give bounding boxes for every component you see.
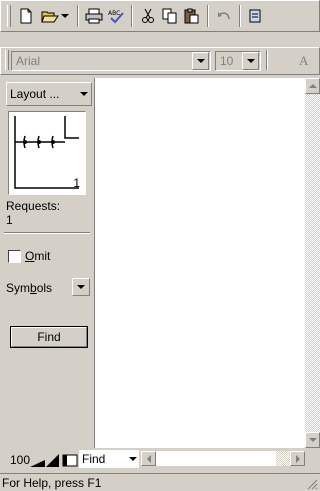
vertical-scrollbar[interactable] (305, 78, 320, 448)
zoom-value[interactable]: 100 (10, 453, 30, 467)
horizontal-scrollbar[interactable] (141, 451, 305, 466)
find-mode-combo[interactable]: Find (79, 450, 139, 468)
format-toolbar: Arial 10 A (0, 47, 320, 75)
cut-button[interactable] (137, 5, 159, 27)
new-document-icon (20, 8, 32, 24)
chevron-down-icon (129, 457, 137, 461)
cut-icon (142, 8, 154, 23)
dropdown-arrow-icon (61, 14, 69, 18)
requests-label: Requests: (6, 199, 61, 213)
arrow-up-icon (308, 84, 317, 88)
undo-icon (218, 12, 230, 20)
find-button-label: Find (37, 330, 61, 344)
paste-button[interactable] (181, 5, 203, 27)
symbols-label: Symbols (6, 281, 53, 295)
toolbar-separator (77, 5, 79, 27)
svg-text:ABC: ABC (108, 10, 120, 17)
toolbar-separator (207, 5, 209, 27)
zoom-in-icon[interactable] (46, 452, 60, 468)
requests-value: 1 (6, 213, 13, 227)
layout-preview[interactable]: 1 (8, 111, 86, 195)
open-dropdown-button[interactable] (59, 5, 71, 27)
bottom-bar: 100 Find (0, 448, 320, 472)
left-panel: Layout ... 1 Requests: 1 Omit Symbols Fi… (0, 78, 95, 448)
toolbar-separator (239, 5, 241, 27)
document-area[interactable] (95, 78, 305, 448)
spell-check-button[interactable]: ABC (105, 5, 127, 27)
toolbar-grip[interactable] (5, 50, 9, 70)
panel-divider (4, 232, 90, 234)
paste-icon (184, 8, 199, 24)
chevron-down-icon (196, 59, 205, 63)
new-document-button[interactable] (15, 5, 37, 27)
preview-number: 1 (73, 176, 80, 190)
scroll-left-button[interactable] (141, 451, 156, 466)
toolbar-separator (266, 50, 268, 70)
overflow-button[interactable] (245, 5, 267, 27)
status-help-text: For Help, press F1 (2, 476, 102, 490)
copy-button[interactable] (159, 5, 181, 27)
toolbar-separator (131, 5, 133, 27)
resize-grip-icon[interactable] (306, 478, 318, 490)
open-folder-icon (41, 11, 59, 23)
find-button[interactable]: Find (10, 326, 88, 348)
scroll-down-button[interactable] (305, 432, 320, 448)
font-size-dropdown[interactable] (242, 52, 259, 70)
zoom-out-icon[interactable] (30, 454, 46, 468)
find-mode-value: Find (82, 452, 106, 466)
overflow-icon (249, 9, 261, 23)
arrow-right-icon (295, 454, 300, 463)
arrow-left-icon (146, 454, 151, 463)
symbols-dropdown-button[interactable] (72, 278, 90, 296)
arrow-down-icon (308, 438, 317, 442)
font-size-combo[interactable]: 10 (215, 51, 261, 71)
spell-check-icon: ABC (108, 10, 124, 24)
omit-checkbox[interactable] (8, 250, 21, 263)
font-size-value: 10 (220, 54, 234, 68)
chevron-down-icon (80, 92, 88, 96)
print-icon (85, 8, 103, 24)
print-button[interactable] (83, 5, 105, 27)
layout-dropdown[interactable]: Layout ... (6, 82, 92, 106)
page-view-icon[interactable] (62, 454, 78, 467)
scroll-up-button[interactable] (305, 78, 320, 94)
omit-label: Omit (25, 249, 51, 263)
scroll-right-button[interactable] (290, 451, 305, 466)
font-name-combo[interactable]: Arial (11, 51, 211, 71)
chevron-down-icon (246, 59, 255, 63)
toolbar-grip[interactable] (7, 5, 11, 27)
copy-icon (162, 8, 177, 24)
font-name-dropdown[interactable] (192, 52, 209, 70)
chevron-down-icon (77, 285, 85, 289)
layout-dropdown-label: Layout ... (10, 87, 60, 101)
status-bar: For Help, press F1 (0, 473, 320, 491)
horizontal-scroll-track[interactable] (156, 451, 276, 466)
font-color-button[interactable]: A (299, 53, 308, 69)
font-name-value: Arial (16, 54, 41, 68)
standard-toolbar: ABC (0, 0, 320, 32)
open-button[interactable] (39, 5, 61, 27)
undo-button[interactable] (213, 5, 235, 27)
